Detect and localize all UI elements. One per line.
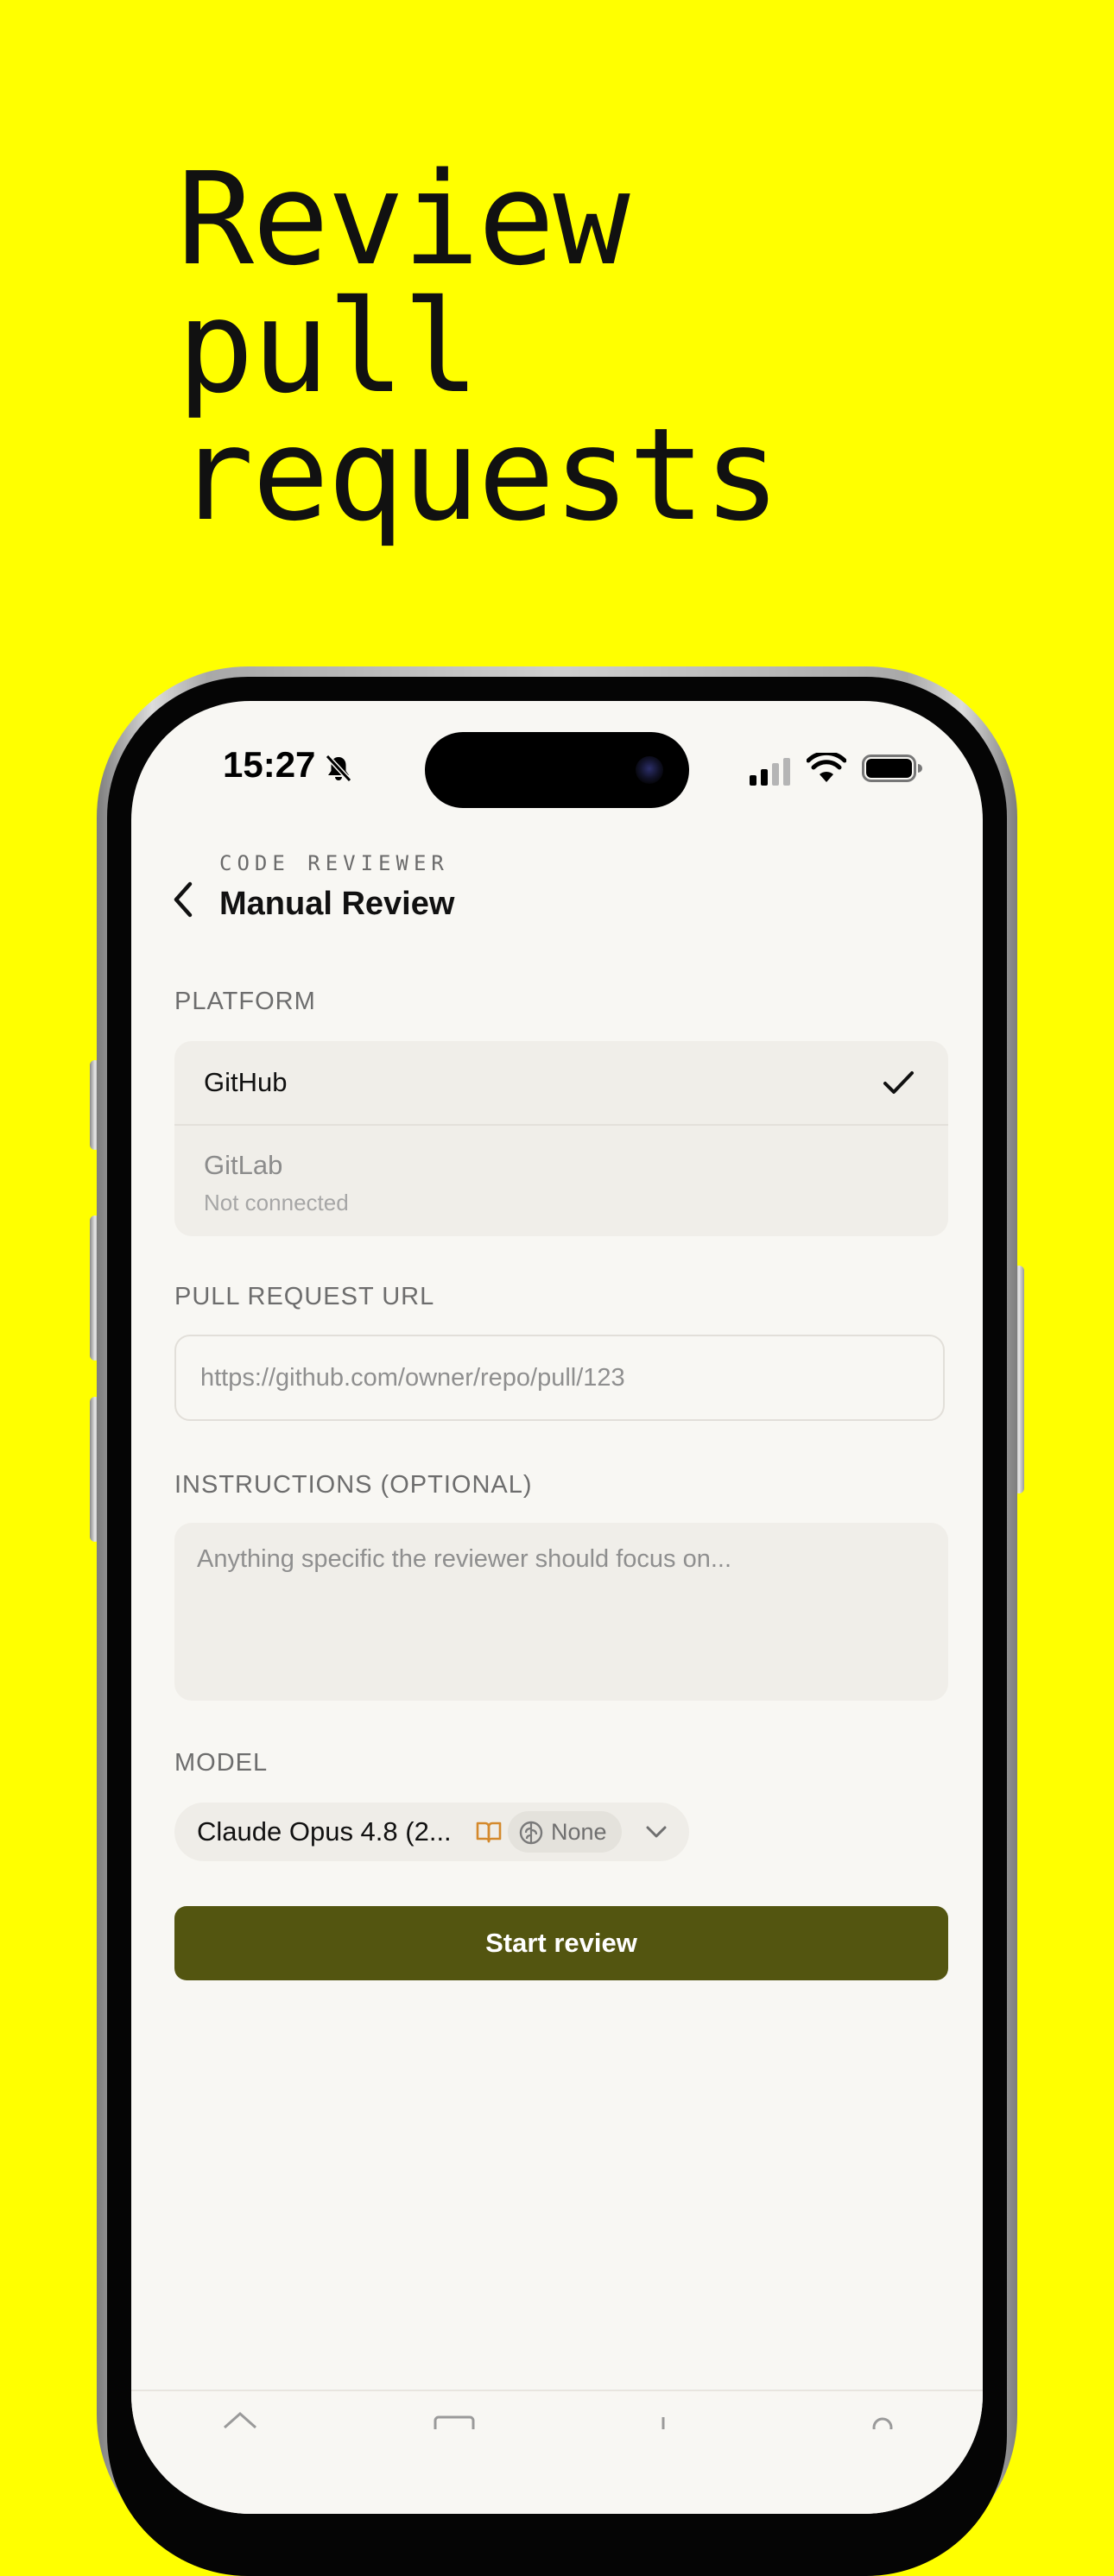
platform-name: GitHub [204, 1067, 288, 1097]
hero-line-2: pull [177, 273, 479, 421]
tab-bar [131, 2390, 983, 2514]
platform-option-gitlab[interactable]: GitLab Not connected [174, 1126, 948, 1236]
hero-line-1: Review [177, 145, 630, 294]
instructions-input[interactable] [174, 1523, 948, 1701]
checkmark-icon [883, 1071, 914, 1094]
signal-icon [750, 758, 790, 786]
phone-screen: 15:27 CODE REVIEWER Manual Review PLATFO… [131, 701, 983, 2514]
model-selector[interactable]: Claude Opus 4.8 (2... None [174, 1803, 689, 1861]
bell-slash-icon [325, 754, 352, 783]
header-eyebrow: CODE REVIEWER [219, 851, 449, 875]
book-icon [476, 1822, 502, 1843]
status-time: 15:27 [223, 744, 316, 785]
reviews-tab-icon[interactable] [434, 2405, 475, 2429]
platform-list: GitHub GitLab Not connected [174, 1041, 948, 1236]
wifi-icon [807, 753, 846, 782]
camera-lens [636, 756, 663, 784]
platform-name: GitLab [204, 1150, 283, 1180]
page-title: Manual Review [219, 886, 455, 922]
model-label: MODEL [174, 1749, 269, 1777]
back-chevron-icon[interactable] [166, 875, 204, 924]
hero-headline: Review pull requests [177, 145, 781, 549]
instructions-label: INSTRUCTIONS (OPTIONAL) [174, 1471, 533, 1499]
thinking-level-label: None [551, 1819, 607, 1845]
platform-status: Not connected [204, 1190, 349, 1215]
chevron-down-icon [646, 1826, 667, 1838]
platform-label: PLATFORM [174, 988, 316, 1015]
hero-line-3: requests [177, 401, 781, 549]
thinking-level-chip[interactable]: None [508, 1811, 622, 1853]
pull-request-url-label: PULL REQUEST URL [174, 1283, 435, 1310]
start-review-button[interactable]: Start review [174, 1906, 948, 1980]
dynamic-island [425, 732, 689, 808]
home-tab-icon[interactable] [221, 2405, 259, 2429]
model-name: Claude Opus 4.8 (2... [197, 1816, 452, 1847]
brain-icon [519, 1821, 543, 1845]
activity-tab-icon[interactable] [658, 2405, 668, 2429]
battery-icon [862, 754, 922, 782]
profile-tab-icon[interactable] [867, 2405, 898, 2429]
platform-option-github[interactable]: GitHub [174, 1041, 948, 1126]
pull-request-url-input[interactable] [174, 1335, 945, 1421]
